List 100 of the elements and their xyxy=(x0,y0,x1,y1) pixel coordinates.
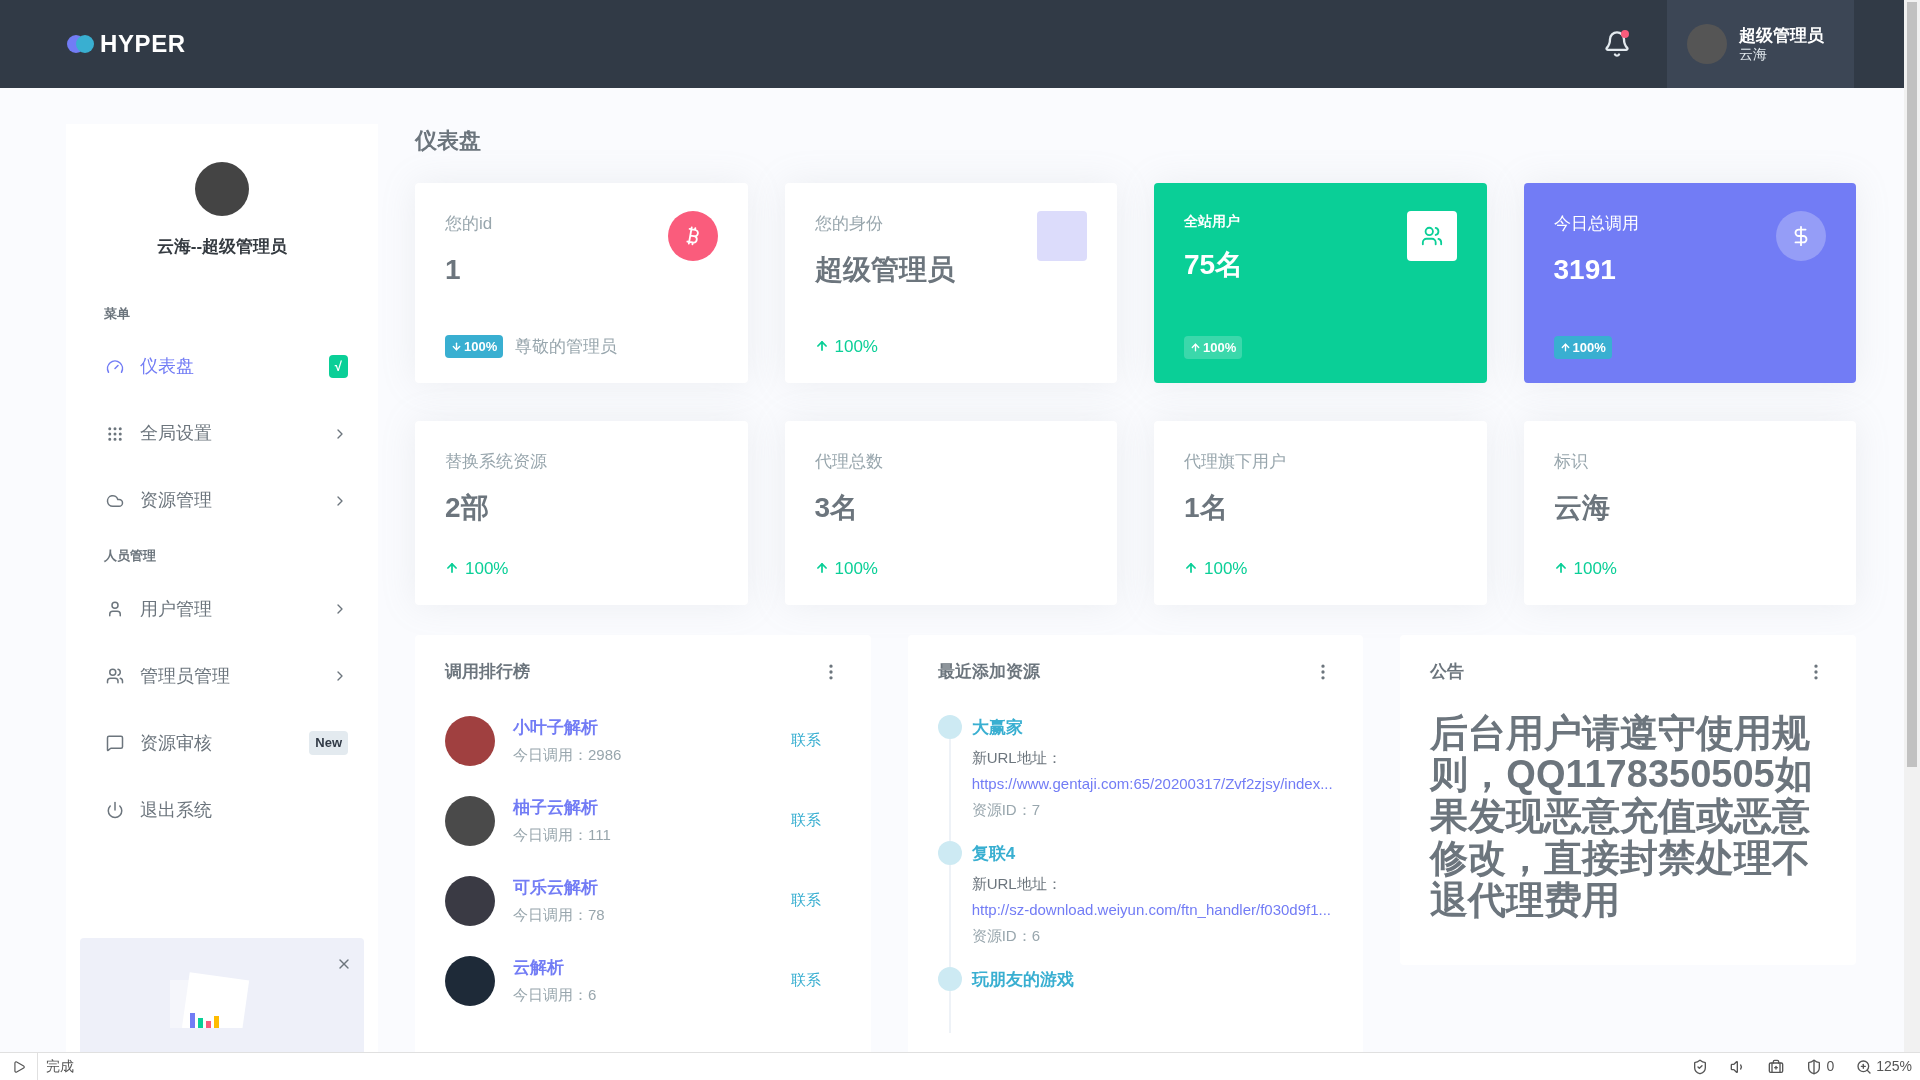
zoom-level[interactable]: 125% xyxy=(1876,1056,1912,1077)
avatar-photo xyxy=(445,955,495,1006)
scrollbar-thumb[interactable] xyxy=(1907,2,1917,767)
stat-value: 1名 xyxy=(1184,490,1229,525)
menu-item-label: 用户管理 xyxy=(140,597,212,621)
call-count: 今日调用：111 xyxy=(513,825,611,845)
trend-value: 100% xyxy=(834,557,878,580)
stat-value: 3191 xyxy=(1553,252,1617,287)
contact-link[interactable]: 联系 xyxy=(790,809,821,832)
menu-item-icon xyxy=(106,600,124,618)
resource-id: 资源ID：7 xyxy=(971,799,1041,820)
menu-item-label: 全局设置 xyxy=(140,422,212,445)
contact-link[interactable]: 联系 xyxy=(790,889,821,912)
play-icon[interactable] xyxy=(11,1059,26,1074)
menu-item-label: 资源管理 xyxy=(140,489,212,512)
bitcoin-icon xyxy=(667,211,718,261)
menu-item-icon xyxy=(106,357,124,376)
menu-item[interactable]: 资源审核 New xyxy=(66,709,378,777)
stat-value: 3名 xyxy=(814,490,860,525)
menu-section-title: 菜单 xyxy=(103,304,131,323)
logo-text: HYPER xyxy=(100,29,186,59)
resource-url-line: 新URL地址： http://sz-download.weiyun.com/ftn_handler/f030d9f1... xyxy=(971,870,1332,923)
page-title: 仪表盘 xyxy=(415,127,482,155)
call-count: 今日调用：6 xyxy=(513,985,597,1005)
stat-label: 替换系统资源 xyxy=(445,451,547,473)
stat-value: 75名 xyxy=(1184,248,1244,282)
dollar-icon xyxy=(1776,211,1826,261)
resource-title[interactable]: 玩朋友的游戏 xyxy=(971,966,1074,993)
menu-item[interactable]: 全局设置 xyxy=(66,400,378,467)
stat-label: 今日总调用 xyxy=(1553,213,1639,235)
medical-kit-icon[interactable] xyxy=(1768,1058,1785,1075)
menu-item[interactable]: 退出系统 xyxy=(66,776,378,844)
menu-item-icon xyxy=(106,734,124,752)
stat-value: 超级管理员 xyxy=(814,252,955,287)
ranking-name[interactable]: 柚子云解析 xyxy=(513,794,611,820)
stat-label: 代理总数 xyxy=(814,451,883,473)
profile-name: 云海--超级管理员 xyxy=(156,236,288,258)
menu-item[interactable]: 资源管理 xyxy=(66,467,378,534)
shield-check-icon[interactable] xyxy=(1692,1058,1709,1075)
resource-title[interactable]: 复联4 xyxy=(971,840,1332,867)
trend-value: 100% xyxy=(1203,338,1237,357)
user-menu[interactable]: 超级管理员 云海 xyxy=(1667,0,1854,88)
menu-badge: √ xyxy=(328,354,348,379)
stat-value: 2部 xyxy=(445,490,490,525)
panel-title: 公告 xyxy=(1430,661,1465,683)
zoom-icon[interactable] xyxy=(1856,1058,1873,1075)
avatar-photo xyxy=(445,795,495,846)
resource-title[interactable]: 大赢家 xyxy=(971,714,1333,741)
avatar-photo xyxy=(445,715,495,766)
call-count: 今日调用：78 xyxy=(513,905,605,925)
logo-icon xyxy=(66,34,96,54)
avatar-photo xyxy=(1687,24,1727,64)
contact-link[interactable]: 联系 xyxy=(790,969,821,992)
ranking-name[interactable]: 云解析 xyxy=(513,954,597,980)
menu-item-icon xyxy=(106,667,124,685)
menu-item[interactable]: 管理员管理 xyxy=(66,642,378,710)
menu-item-label: 仪表盘 xyxy=(140,355,194,378)
stat-label: 标识 xyxy=(1553,451,1589,473)
ad-shield-icon[interactable] xyxy=(1806,1058,1823,1075)
trend-value: 100% xyxy=(1572,338,1606,357)
trend-value: 100% xyxy=(465,557,509,580)
resource-url-link[interactable]: https://www.gentaji.com:65/20200317/Zvf2zjsy/index... xyxy=(971,770,1333,797)
menu-item[interactable]: 用户管理 xyxy=(66,575,378,643)
user-name: 超级管理员 xyxy=(1739,24,1824,46)
notice-text: 后台用户请遵守使用规则，QQ1178350505如果发现恶意充值或恶意修改，直接封禁处理不退代理费用 xyxy=(1430,712,1814,922)
menu-item-label: 资源审核 xyxy=(140,731,212,755)
stat-value: 云海 xyxy=(1553,490,1610,525)
avatar-photo xyxy=(195,162,249,216)
resource-url-link[interactable]: http://sz-download.weiyun.com/ftn_handler/f030d9f1... xyxy=(971,896,1332,923)
trend-value: 100% xyxy=(1204,557,1248,580)
stat-value: 1 xyxy=(445,252,462,287)
users-icon xyxy=(1406,211,1457,261)
avatar-photo xyxy=(445,875,495,926)
menu-item-icon xyxy=(106,801,124,819)
trend-value: 100% xyxy=(464,337,498,356)
menu-item-label: 退出系统 xyxy=(140,798,212,822)
scrollbar[interactable] xyxy=(1904,0,1920,1052)
menu-badge: New xyxy=(309,731,348,755)
trend-value: 100% xyxy=(1573,557,1617,580)
stat-note: 尊敬的管理员 xyxy=(515,335,618,358)
menu-section-title: 人员管理 xyxy=(103,547,157,565)
logo[interactable]: HYPER xyxy=(66,26,186,62)
stat-label: 您的身份 xyxy=(814,213,884,235)
contact-link[interactable]: 联系 xyxy=(790,729,821,752)
user-subtitle: 云海 xyxy=(1739,45,1768,64)
ranking-name[interactable]: 可乐云解析 xyxy=(513,874,605,900)
status-text: 完成 xyxy=(46,1057,74,1076)
panel-title: 调用排行榜 xyxy=(445,661,530,683)
call-count: 今日调用：2986 xyxy=(513,745,622,765)
stat-label: 代理旗下用户 xyxy=(1184,451,1286,473)
ad-block-count: 0 xyxy=(1826,1057,1835,1076)
ranking-name[interactable]: 小叶子解析 xyxy=(513,714,622,740)
resource-id: 资源ID：6 xyxy=(971,925,1041,946)
stat-label: 您的id xyxy=(445,213,493,235)
resource-url-line: 新URL地址： https://www.gentaji.com:65/20200317/Zvf2zjsy/index... xyxy=(971,744,1333,797)
menu-item[interactable]: 仪表盘 √ xyxy=(66,333,378,400)
blank-square-icon xyxy=(1037,211,1087,261)
notification-button[interactable] xyxy=(1603,30,1631,58)
menu-item-label: 管理员管理 xyxy=(140,664,230,688)
menu-item-icon xyxy=(106,424,124,443)
